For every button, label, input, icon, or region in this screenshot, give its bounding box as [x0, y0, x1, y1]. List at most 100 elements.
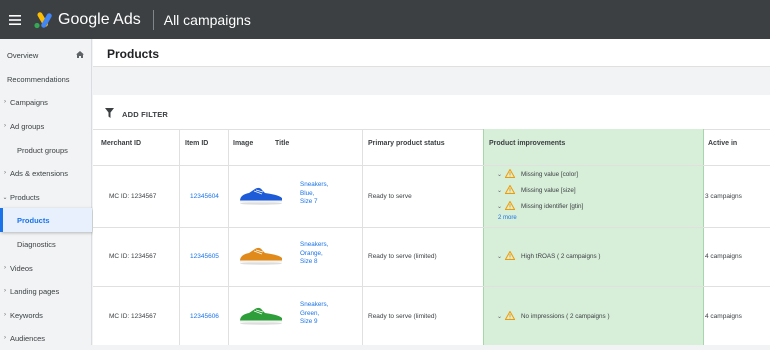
- page-title: Products: [107, 47, 160, 61]
- product-title-link[interactable]: Sneakers, Orange, Size 8: [300, 241, 328, 267]
- chevron-down-icon[interactable]: ⌄: [497, 253, 505, 260]
- header-row-divider: [93, 165, 770, 166]
- warning-icon: [504, 250, 516, 262]
- section-title: All campaigns: [163, 11, 251, 28]
- sidebar-item-audiences[interactable]: › Audiences: [0, 326, 92, 350]
- sidebar-item-label: Recommendations: [7, 74, 70, 84]
- filter-icon[interactable]: [105, 105, 114, 123]
- row-divider: [93, 286, 770, 287]
- home-icon: [76, 51, 84, 60]
- sidebar-item-label: Audiences: [10, 333, 46, 343]
- column-divider: [362, 129, 363, 345]
- filter-bar: ADD FILTER: [93, 100, 770, 128]
- sidebar-item-product-groups[interactable]: Product groups: [0, 138, 92, 162]
- column-header-product-improvements[interactable]: Product improvements: [489, 140, 565, 147]
- chevron-down-icon: ⌄: [2, 194, 8, 201]
- more-issues-link[interactable]: 2 more: [498, 215, 517, 221]
- title-line: Sneakers,: [300, 181, 329, 188]
- title-line: Blue,: [300, 189, 315, 197]
- issue-item[interactable]: ⌄ High tROAS ( 2 campaigns ): [497, 250, 601, 262]
- sidebar-item-ads-extensions[interactable]: › Ads & extensions: [0, 161, 92, 185]
- title-line: Size 9: [300, 318, 318, 325]
- column-header-item-id[interactable]: Item ID: [185, 140, 208, 147]
- sidebar-item-campaigns[interactable]: › Campaigns: [0, 90, 92, 114]
- column-header-status[interactable]: Primary product status: [368, 140, 445, 147]
- issue-item[interactable]: ⌄ Missing value [size]: [497, 184, 576, 196]
- google-ads-logo[interactable]: [32, 10, 52, 30]
- sidebar-item-label: Videos: [10, 263, 33, 273]
- sidebar-item-overview[interactable]: Overview: [0, 43, 92, 67]
- title-line: Sneakers,: [300, 301, 329, 308]
- sidebar-item-diagnostics[interactable]: Diagnostics: [0, 232, 92, 256]
- product-title-link[interactable]: Sneakers, Green, Size 9: [300, 301, 328, 327]
- title-line: Orange,: [300, 249, 323, 257]
- sidebar-item-products-group[interactable]: ⌄ Products: [0, 185, 92, 209]
- sidebar-item-label: Keywords: [10, 310, 43, 320]
- chevron-down-icon[interactable]: ⌄: [497, 203, 505, 210]
- add-filter-button[interactable]: ADD FILTER: [122, 110, 168, 119]
- product-title-link[interactable]: Sneakers, Blue, Size 7: [300, 181, 328, 207]
- main-content: Products ADD FILTER Merchant ID Item ID …: [93, 39, 770, 345]
- chart-placeholder-band: [93, 67, 770, 95]
- merchant-id-cell: MC ID: 1234567: [109, 193, 157, 200]
- sidebar-item-label: Overview: [7, 50, 39, 60]
- column-header-image[interactable]: Image: [233, 140, 253, 147]
- sidebar-item-landing-pages[interactable]: › Landing pages: [0, 279, 92, 303]
- sidebar-item-ad-groups[interactable]: › Ad groups: [0, 114, 92, 138]
- chevron-right-icon: ›: [4, 288, 6, 294]
- column-header-title[interactable]: Title: [275, 140, 289, 147]
- status-cell: Ready to serve (limited): [368, 313, 437, 320]
- chevron-down-icon[interactable]: ⌄: [497, 187, 505, 194]
- issue-item[interactable]: ⌄ Missing identifier [gtin]: [497, 200, 584, 212]
- issue-text: High tROAS ( 2 campaigns ): [521, 253, 601, 260]
- column-header-active-in[interactable]: Active in: [708, 140, 737, 147]
- chevron-right-icon: ›: [4, 123, 6, 129]
- warning-icon: [504, 168, 516, 180]
- sidebar-item-label: Diagnostics: [17, 239, 56, 249]
- status-cell: Ready to serve: [368, 193, 412, 200]
- chevron-right-icon: ›: [4, 265, 6, 271]
- chevron-right-icon: ›: [4, 312, 6, 318]
- chevron-right-icon: ›: [4, 170, 6, 176]
- sidebar-item-label: Ads & extensions: [10, 168, 68, 178]
- chevron-down-icon[interactable]: ⌄: [497, 313, 505, 320]
- sidebar-item-label: Ad groups: [10, 121, 45, 131]
- top-app-bar: Google Ads All campaigns: [0, 0, 770, 39]
- sidebar-item-recommendations[interactable]: Recommendations: [0, 67, 92, 91]
- item-id-link[interactable]: 12345605: [190, 253, 219, 260]
- sidebar-item-label: Product groups: [17, 145, 68, 155]
- item-id-link[interactable]: 12345606: [190, 313, 219, 320]
- column-header-merchant-id[interactable]: Merchant ID: [101, 140, 141, 147]
- brand-name: Google Ads: [58, 10, 141, 28]
- hamburger-menu-icon[interactable]: [0, 0, 30, 39]
- chevron-right-icon: ›: [4, 99, 6, 105]
- sidebar-item-label: Products: [10, 192, 40, 202]
- product-image-sneaker-green[interactable]: [238, 305, 284, 330]
- sidebar-item-label: Products: [17, 215, 50, 225]
- warning-icon: [504, 310, 516, 322]
- sidebar-item-videos[interactable]: › Videos: [0, 256, 92, 280]
- title-line: Size 7: [300, 198, 318, 205]
- header-divider: [152, 9, 154, 30]
- issue-text: Missing value [color]: [521, 171, 579, 178]
- product-image-sneaker-blue[interactable]: [238, 185, 284, 210]
- sidebar-item-keywords[interactable]: › Keywords: [0, 303, 92, 327]
- active-in-cell: 4 campaigns: [705, 313, 742, 320]
- issue-item[interactable]: ⌄ Missing value [color]: [497, 168, 579, 180]
- merchant-id-cell: MC ID: 1234567: [109, 253, 157, 260]
- issue-text: Missing identifier [gtin]: [521, 203, 584, 210]
- issue-text: No impressions ( 2 campaigns ): [521, 313, 610, 320]
- sidebar-item-products[interactable]: Products: [0, 208, 92, 232]
- column-divider: [179, 129, 180, 345]
- sidebar-item-label: Landing pages: [10, 286, 60, 296]
- active-in-cell: 4 campaigns: [705, 253, 742, 260]
- product-image-sneaker-orange[interactable]: [238, 245, 284, 270]
- sidebar: Overview Recommendations › Campaigns › A…: [0, 39, 92, 345]
- chevron-down-icon[interactable]: ⌄: [497, 171, 505, 178]
- warning-icon: [504, 200, 516, 212]
- merchant-id-cell: MC ID: 1234567: [109, 313, 157, 320]
- issue-item[interactable]: ⌄ No impressions ( 2 campaigns ): [497, 310, 610, 322]
- item-id-link[interactable]: 12345604: [190, 193, 219, 200]
- column-divider: [228, 129, 229, 345]
- title-line: Green,: [300, 309, 320, 317]
